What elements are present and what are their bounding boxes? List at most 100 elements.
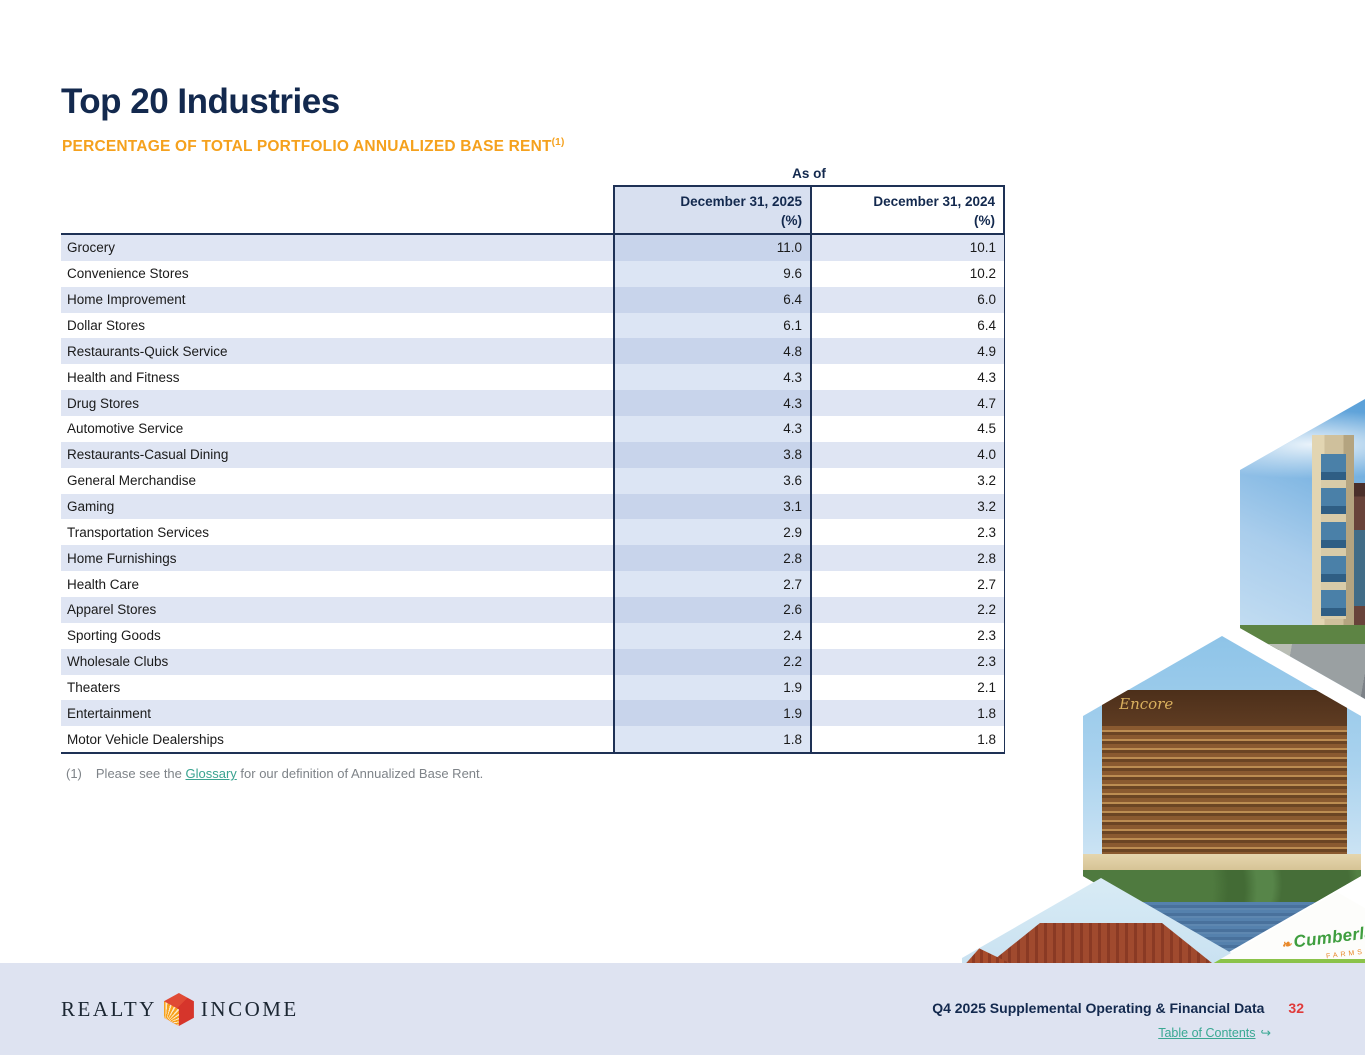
table-row: Restaurants-Casual Dining3.84.0 [61,442,1005,468]
industry-cell: Home Improvement [61,287,613,313]
industry-cell: Wholesale Clubs [61,649,613,675]
return-arrow-icon: ↪ [1261,1025,1271,1040]
photo-tower-windows [1321,454,1346,618]
report-page: Top 20 Industries PERCENTAGE OF TOTAL PO… [0,0,1365,1055]
table-row: Theaters1.92.1 [61,675,1005,701]
table-row: Transportation Services2.92.3 [61,519,1005,545]
industry-cell: Restaurants-Quick Service [61,338,613,364]
footer-title-line: Q4 2025 Supplemental Operating & Financi… [932,1000,1304,1018]
pct-2025-cell: 4.3 [613,364,812,390]
table-row: Drug Stores4.34.7 [61,390,1005,416]
cumberland-leaf-icon: ❧ [1281,937,1293,952]
table-header-row: December 31, 2025 (%) December 31, 2024 … [613,185,1005,233]
industry-cell: Restaurants-Casual Dining [61,442,613,468]
pct-2025-cell: 2.2 [613,649,812,675]
industry-cell: Health Care [61,571,613,597]
pct-2025-cell: 3.1 [613,494,812,520]
pct-2024-cell: 4.7 [812,390,1005,416]
pct-2024-cell: 2.3 [812,519,1005,545]
industry-cell: Motor Vehicle Dealerships [61,726,613,752]
pct-2024-cell: 3.2 [812,468,1005,494]
pct-2025-cell: 2.9 [613,519,812,545]
pct-2024-cell: 2.7 [812,571,1005,597]
pct-2025-cell: 6.1 [613,313,812,339]
column-header-2025-label: December 31, 2025 [615,192,802,211]
pct-2024-cell: 6.0 [812,287,1005,313]
pct-2024-cell: 2.3 [812,649,1005,675]
subtitle-text: PERCENTAGE OF TOTAL PORTFOLIO ANNUALIZED… [62,138,552,155]
table-row: Convenience Stores9.610.2 [61,261,1005,287]
document-title: Q4 2025 Supplemental Operating & Financi… [932,1000,1264,1016]
industry-cell: General Merchandise [61,468,613,494]
table-row: Sporting Goods2.42.3 [61,623,1005,649]
column-header-2024-label: December 31, 2024 [812,192,995,211]
table-row: Health and Fitness4.34.3 [61,364,1005,390]
industry-cell: Automotive Service [61,416,613,442]
page-subtitle: PERCENTAGE OF TOTAL PORTFOLIO ANNUALIZED… [62,137,564,156]
logo-word-income: INCOME [201,997,299,1022]
footnote-marker: (1) [66,766,82,781]
pct-2024-cell: 10.2 [812,261,1005,287]
industry-cell: Apparel Stores [61,597,613,623]
table-row: Home Improvement6.46.0 [61,287,1005,313]
pct-2025-cell: 2.8 [613,545,812,571]
page-title: Top 20 Industries [61,82,340,122]
pct-2024-cell: 10.1 [812,235,1005,261]
subtitle-footnote-marker: (1) [552,137,565,148]
table-row: Health Care2.72.7 [61,571,1005,597]
pct-2025-cell: 2.6 [613,597,812,623]
pct-2024-cell: 4.3 [812,364,1005,390]
glossary-link[interactable]: Glossary [186,766,237,781]
pct-2025-cell: 1.8 [613,726,812,752]
pct-2024-cell: 1.8 [812,726,1005,752]
table-of-contents-link[interactable]: Table of Contents [1158,1026,1255,1040]
realty-income-cube-icon [164,993,194,1026]
pct-2025-cell: 4.8 [613,338,812,364]
pct-2025-cell: 2.7 [613,571,812,597]
pct-2025-cell: 4.3 [613,416,812,442]
pct-2024-cell: 4.0 [812,442,1005,468]
footer-right-block: Q4 2025 Supplemental Operating & Financi… [932,1000,1304,1040]
table-row: Dollar Stores6.16.4 [61,313,1005,339]
table-row: Entertainment1.91.8 [61,700,1005,726]
pct-2025-cell: 1.9 [613,700,812,726]
industry-cell: Convenience Stores [61,261,613,287]
pct-2024-cell: 2.3 [812,623,1005,649]
industry-cell: Drug Stores [61,390,613,416]
pct-2024-cell: 6.4 [812,313,1005,339]
footnote-text-after: for our definition of Annualized Base Re… [237,766,483,781]
page-footer: REALTY INCOME Q4 2025 Supplemental Opera… [0,963,1365,1055]
pct-2025-cell: 1.9 [613,675,812,701]
footnote: (1)Please see the Glossary for our defin… [66,766,483,781]
table-row: Automotive Service4.34.5 [61,416,1005,442]
as-of-label: As of [613,166,1005,181]
industry-cell: Transportation Services [61,519,613,545]
table-row: Home Furnishings2.82.8 [61,545,1005,571]
table-of-contents-line: Table of Contents ↪ [932,1025,1271,1040]
pct-2025-cell: 9.6 [613,261,812,287]
industry-cell: Theaters [61,675,613,701]
table-row: Grocery11.010.1 [61,235,1005,261]
pct-2025-cell: 3.8 [613,442,812,468]
pct-2024-cell: 2.2 [812,597,1005,623]
page-number: 32 [1288,1000,1304,1016]
realty-income-logo: REALTY INCOME [61,993,299,1026]
pct-2025-cell: 4.3 [613,390,812,416]
pct-2025-cell: 6.4 [613,287,812,313]
column-header-2024-unit: (%) [812,211,995,230]
pct-2024-cell: 4.9 [812,338,1005,364]
table-row: General Merchandise3.63.2 [61,468,1005,494]
pct-2025-cell: 3.6 [613,468,812,494]
industry-cell: Health and Fitness [61,364,613,390]
table-row: Gaming3.13.2 [61,494,1005,520]
pct-2025-cell: 2.4 [613,623,812,649]
industry-cell: Sporting Goods [61,623,613,649]
table-body: Grocery11.010.1Convenience Stores9.610.2… [61,233,1005,754]
industry-cell: Gaming [61,494,613,520]
pct-2024-cell: 2.1 [812,675,1005,701]
industry-cell: Dollar Stores [61,313,613,339]
sunburst-rays-icon [164,1001,179,1026]
column-header-2025: December 31, 2025 (%) [615,187,812,233]
industry-cell: Entertainment [61,700,613,726]
table-row: Restaurants-Quick Service4.84.9 [61,338,1005,364]
